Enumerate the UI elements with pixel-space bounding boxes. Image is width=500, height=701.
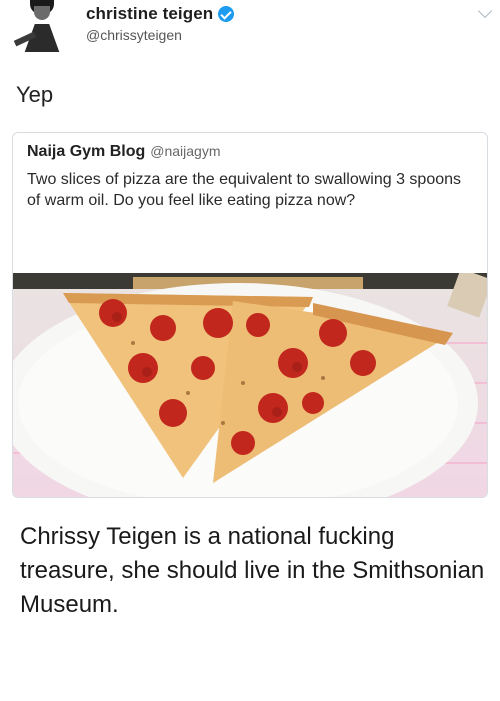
author-display-name[interactable]: christine teigen: [86, 4, 213, 24]
author-name-row[interactable]: christine teigen: [86, 4, 235, 24]
pizza-photo[interactable]: [13, 273, 487, 497]
avatar[interactable]: [10, 0, 68, 52]
chevron-down-icon[interactable]: [477, 3, 493, 19]
author-handle[interactable]: @chrissyteigen: [86, 27, 182, 43]
quoted-tweet-card[interactable]: Naija Gym Blog @naijagym Two slices of p…: [12, 132, 488, 498]
pizza-photo-image: [13, 273, 487, 497]
avatar-face: [34, 6, 50, 20]
quoted-author-name[interactable]: Naija Gym Blog: [27, 143, 145, 161]
tweet: christine teigen @chrissyteigen Yep Naij…: [0, 0, 500, 498]
verified-badge-icon: [218, 6, 235, 22]
quoted-tweet-text: Two slices of pizza are the equivalent t…: [27, 171, 462, 209]
quoted-tweet-header: Naija Gym Blog @naijagym: [27, 143, 221, 161]
tweet-text: Yep: [16, 82, 54, 107]
quoted-author-handle[interactable]: @naijagym: [150, 143, 220, 159]
meme-caption: Chrissy Teigen is a national fucking tre…: [20, 523, 485, 618]
